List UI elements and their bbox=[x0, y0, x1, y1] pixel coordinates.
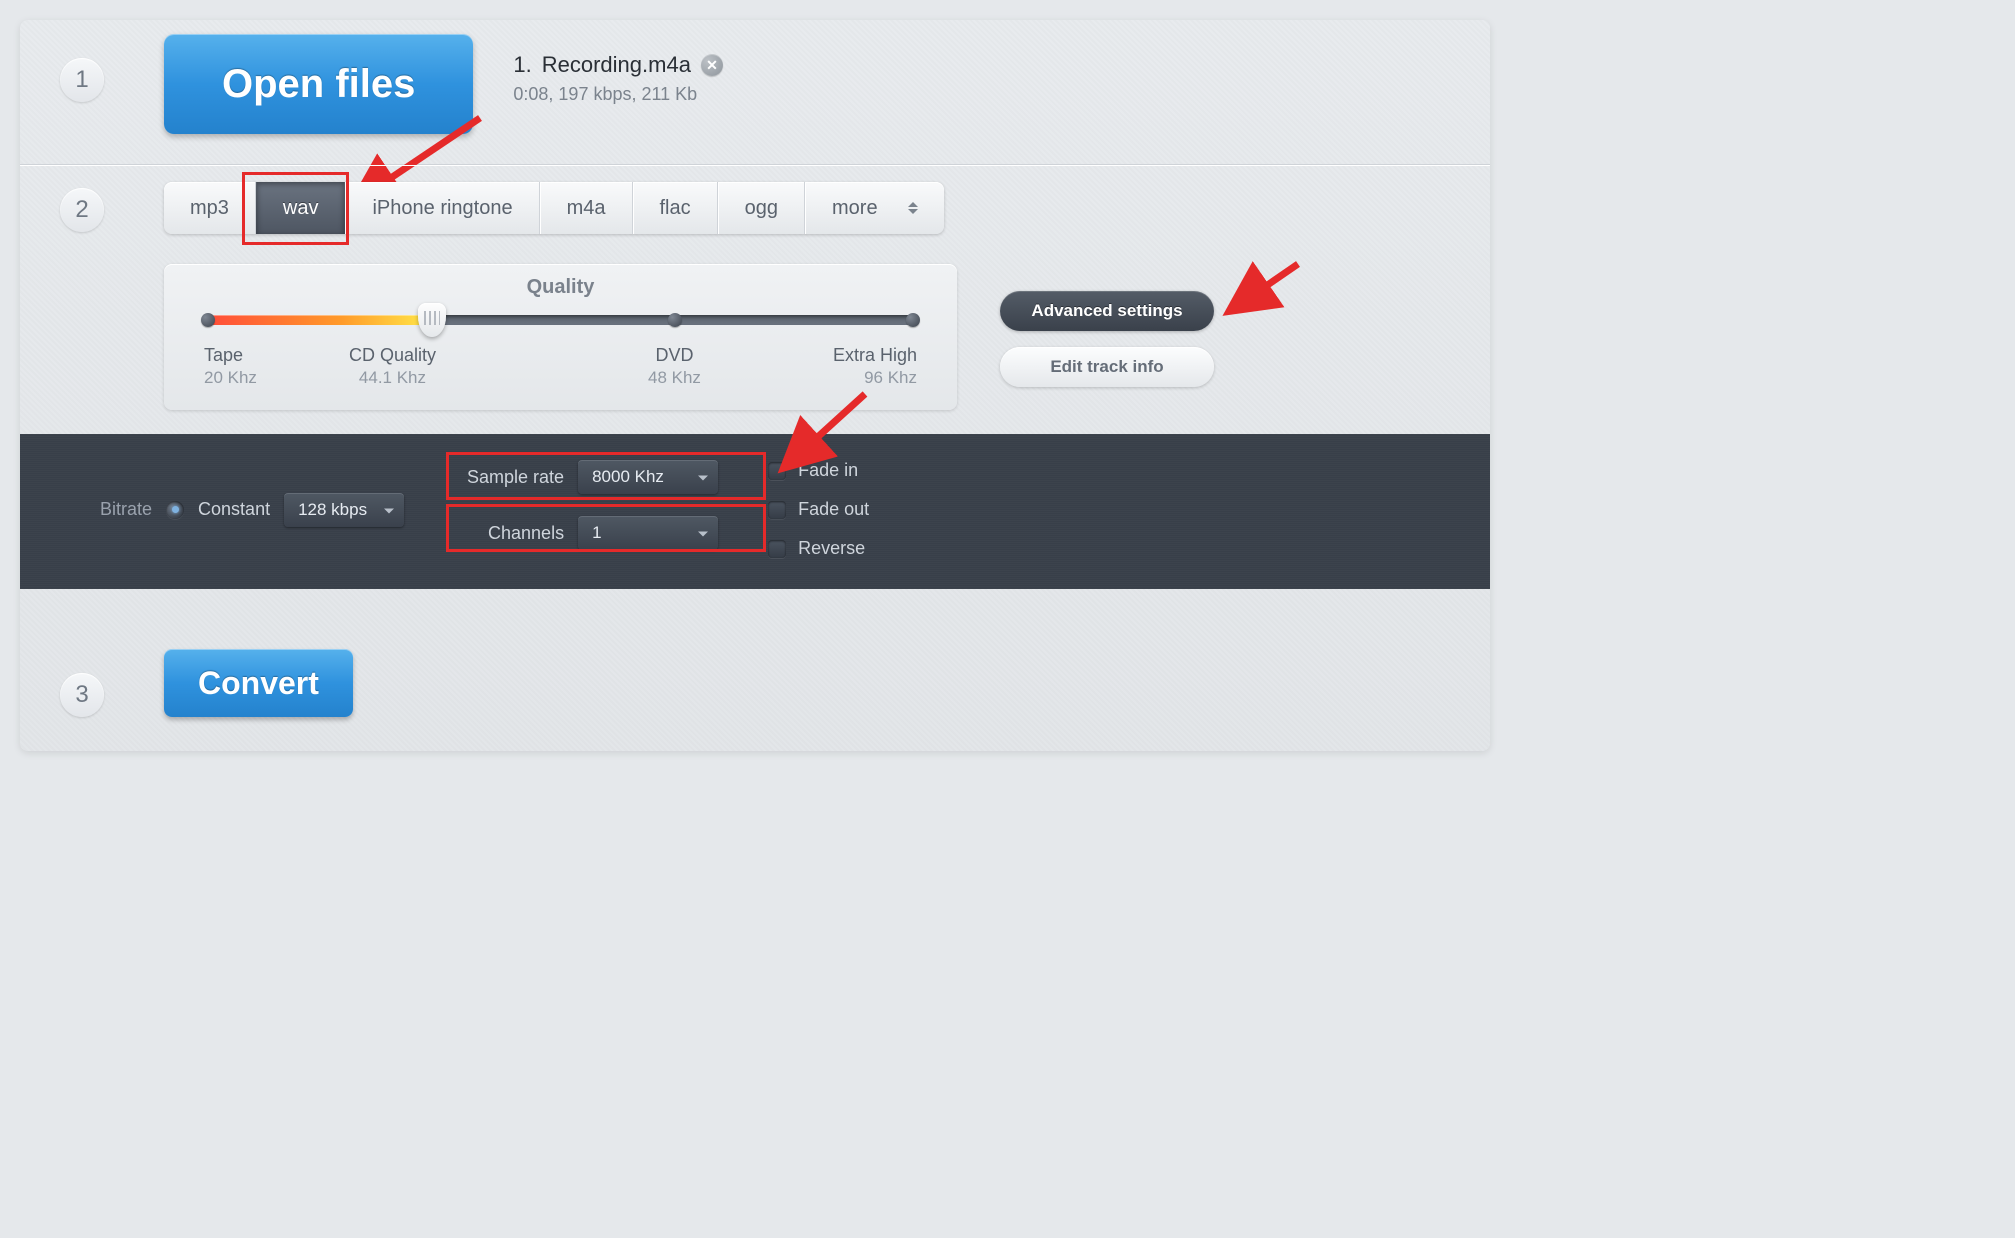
annotation-arrow-to-advanced bbox=[1220, 258, 1310, 322]
quality-extra-sub: 96 Khz bbox=[833, 368, 917, 388]
slider-handle[interactable] bbox=[418, 303, 446, 337]
quality-dvd-sub: 48 Khz bbox=[648, 368, 701, 388]
file-index: 1. bbox=[513, 52, 531, 78]
channels-label: Channels bbox=[454, 523, 564, 544]
quality-dvd-label: DVD bbox=[648, 345, 701, 366]
file-metadata: 0:08, 197 kbps, 211 Kb bbox=[513, 84, 723, 105]
advanced-settings-panel: Bitrate Constant 128 kbps Sample rate 80… bbox=[20, 434, 1490, 589]
remove-file-button[interactable]: ✕ bbox=[701, 54, 723, 76]
quality-labels: Tape 20 Khz CD Quality 44.1 Khz DVD 48 K… bbox=[204, 345, 917, 388]
sample-rate-select[interactable]: 8000 Khz bbox=[578, 460, 718, 494]
slider-fill bbox=[204, 315, 432, 325]
close-icon: ✕ bbox=[706, 57, 718, 74]
format-tab-m4a[interactable]: m4a bbox=[540, 182, 633, 234]
quality-title: Quality bbox=[204, 276, 917, 299]
reverse-label: Reverse bbox=[798, 538, 865, 559]
slider-stop-extra bbox=[906, 313, 920, 327]
fade-out-label: Fade out bbox=[798, 499, 869, 520]
audio-converter-app: 1 Open files 1. Recording.m4a ✕ 0:08, 19… bbox=[20, 20, 1490, 751]
quality-tape-sub: 20 Khz bbox=[204, 368, 257, 388]
file-name: Recording.m4a bbox=[542, 52, 691, 78]
step-1-section: 1 Open files 1. Recording.m4a ✕ 0:08, 19… bbox=[20, 20, 1490, 165]
format-tab-ogg[interactable]: ogg bbox=[718, 182, 805, 234]
fade-out-checkbox[interactable] bbox=[768, 501, 786, 519]
open-files-button[interactable]: Open files bbox=[164, 34, 473, 134]
more-label: more bbox=[832, 197, 878, 220]
bitrate-mode-radio[interactable] bbox=[166, 501, 184, 519]
step-1-badge: 1 bbox=[60, 58, 104, 102]
channels-value: 1 bbox=[592, 523, 601, 543]
step-3-badge: 3 bbox=[60, 673, 104, 717]
format-tabs: mp3 wav iPhone ringtone m4a flac ogg mor… bbox=[164, 182, 944, 234]
fade-in-label: Fade in bbox=[798, 460, 858, 481]
sample-rate-label: Sample rate bbox=[454, 467, 564, 488]
format-tab-mp3[interactable]: mp3 bbox=[164, 182, 256, 234]
format-tab-iphone-ringtone[interactable]: iPhone ringtone bbox=[345, 182, 539, 234]
quality-panel: Quality Tape 20 Khz CD Quality 44.1 Khz bbox=[164, 264, 957, 410]
reverse-checkbox[interactable] bbox=[768, 540, 786, 558]
step-2-section: 2 mp3 wav iPhone ringtone m4a flac ogg m… bbox=[20, 165, 1490, 589]
bitrate-value: 128 kbps bbox=[298, 500, 367, 520]
step-2-badge: 2 bbox=[60, 188, 104, 232]
bitrate-select[interactable]: 128 kbps bbox=[284, 493, 404, 527]
convert-button[interactable]: Convert bbox=[164, 649, 353, 717]
bitrate-label: Bitrate bbox=[100, 499, 152, 520]
quality-tape-label: Tape bbox=[204, 345, 257, 366]
side-buttons: Advanced settings Edit track info bbox=[1000, 291, 1214, 387]
advanced-settings-button[interactable]: Advanced settings bbox=[1000, 291, 1214, 331]
format-tab-wav[interactable]: wav bbox=[256, 182, 346, 234]
bitrate-mode-label: Constant bbox=[198, 499, 270, 520]
quality-cd-sub: 44.1 Khz bbox=[349, 368, 436, 388]
step-3-section: 3 Convert bbox=[20, 589, 1490, 751]
slider-stop-tape bbox=[201, 313, 215, 327]
quality-cd-label: CD Quality bbox=[349, 345, 436, 366]
file-info: 1. Recording.m4a ✕ 0:08, 197 kbps, 211 K… bbox=[513, 34, 723, 105]
fade-in-checkbox[interactable] bbox=[768, 462, 786, 480]
sample-rate-value: 8000 Khz bbox=[592, 467, 664, 487]
channels-select[interactable]: 1 bbox=[578, 516, 718, 550]
format-tab-more[interactable]: more bbox=[805, 182, 944, 234]
edit-track-info-button[interactable]: Edit track info bbox=[1000, 347, 1214, 387]
format-tab-flac[interactable]: flac bbox=[633, 182, 718, 234]
quality-slider[interactable] bbox=[204, 315, 917, 325]
quality-extra-label: Extra High bbox=[833, 345, 917, 366]
slider-stop-dvd bbox=[668, 313, 682, 327]
updown-icon bbox=[908, 202, 918, 214]
